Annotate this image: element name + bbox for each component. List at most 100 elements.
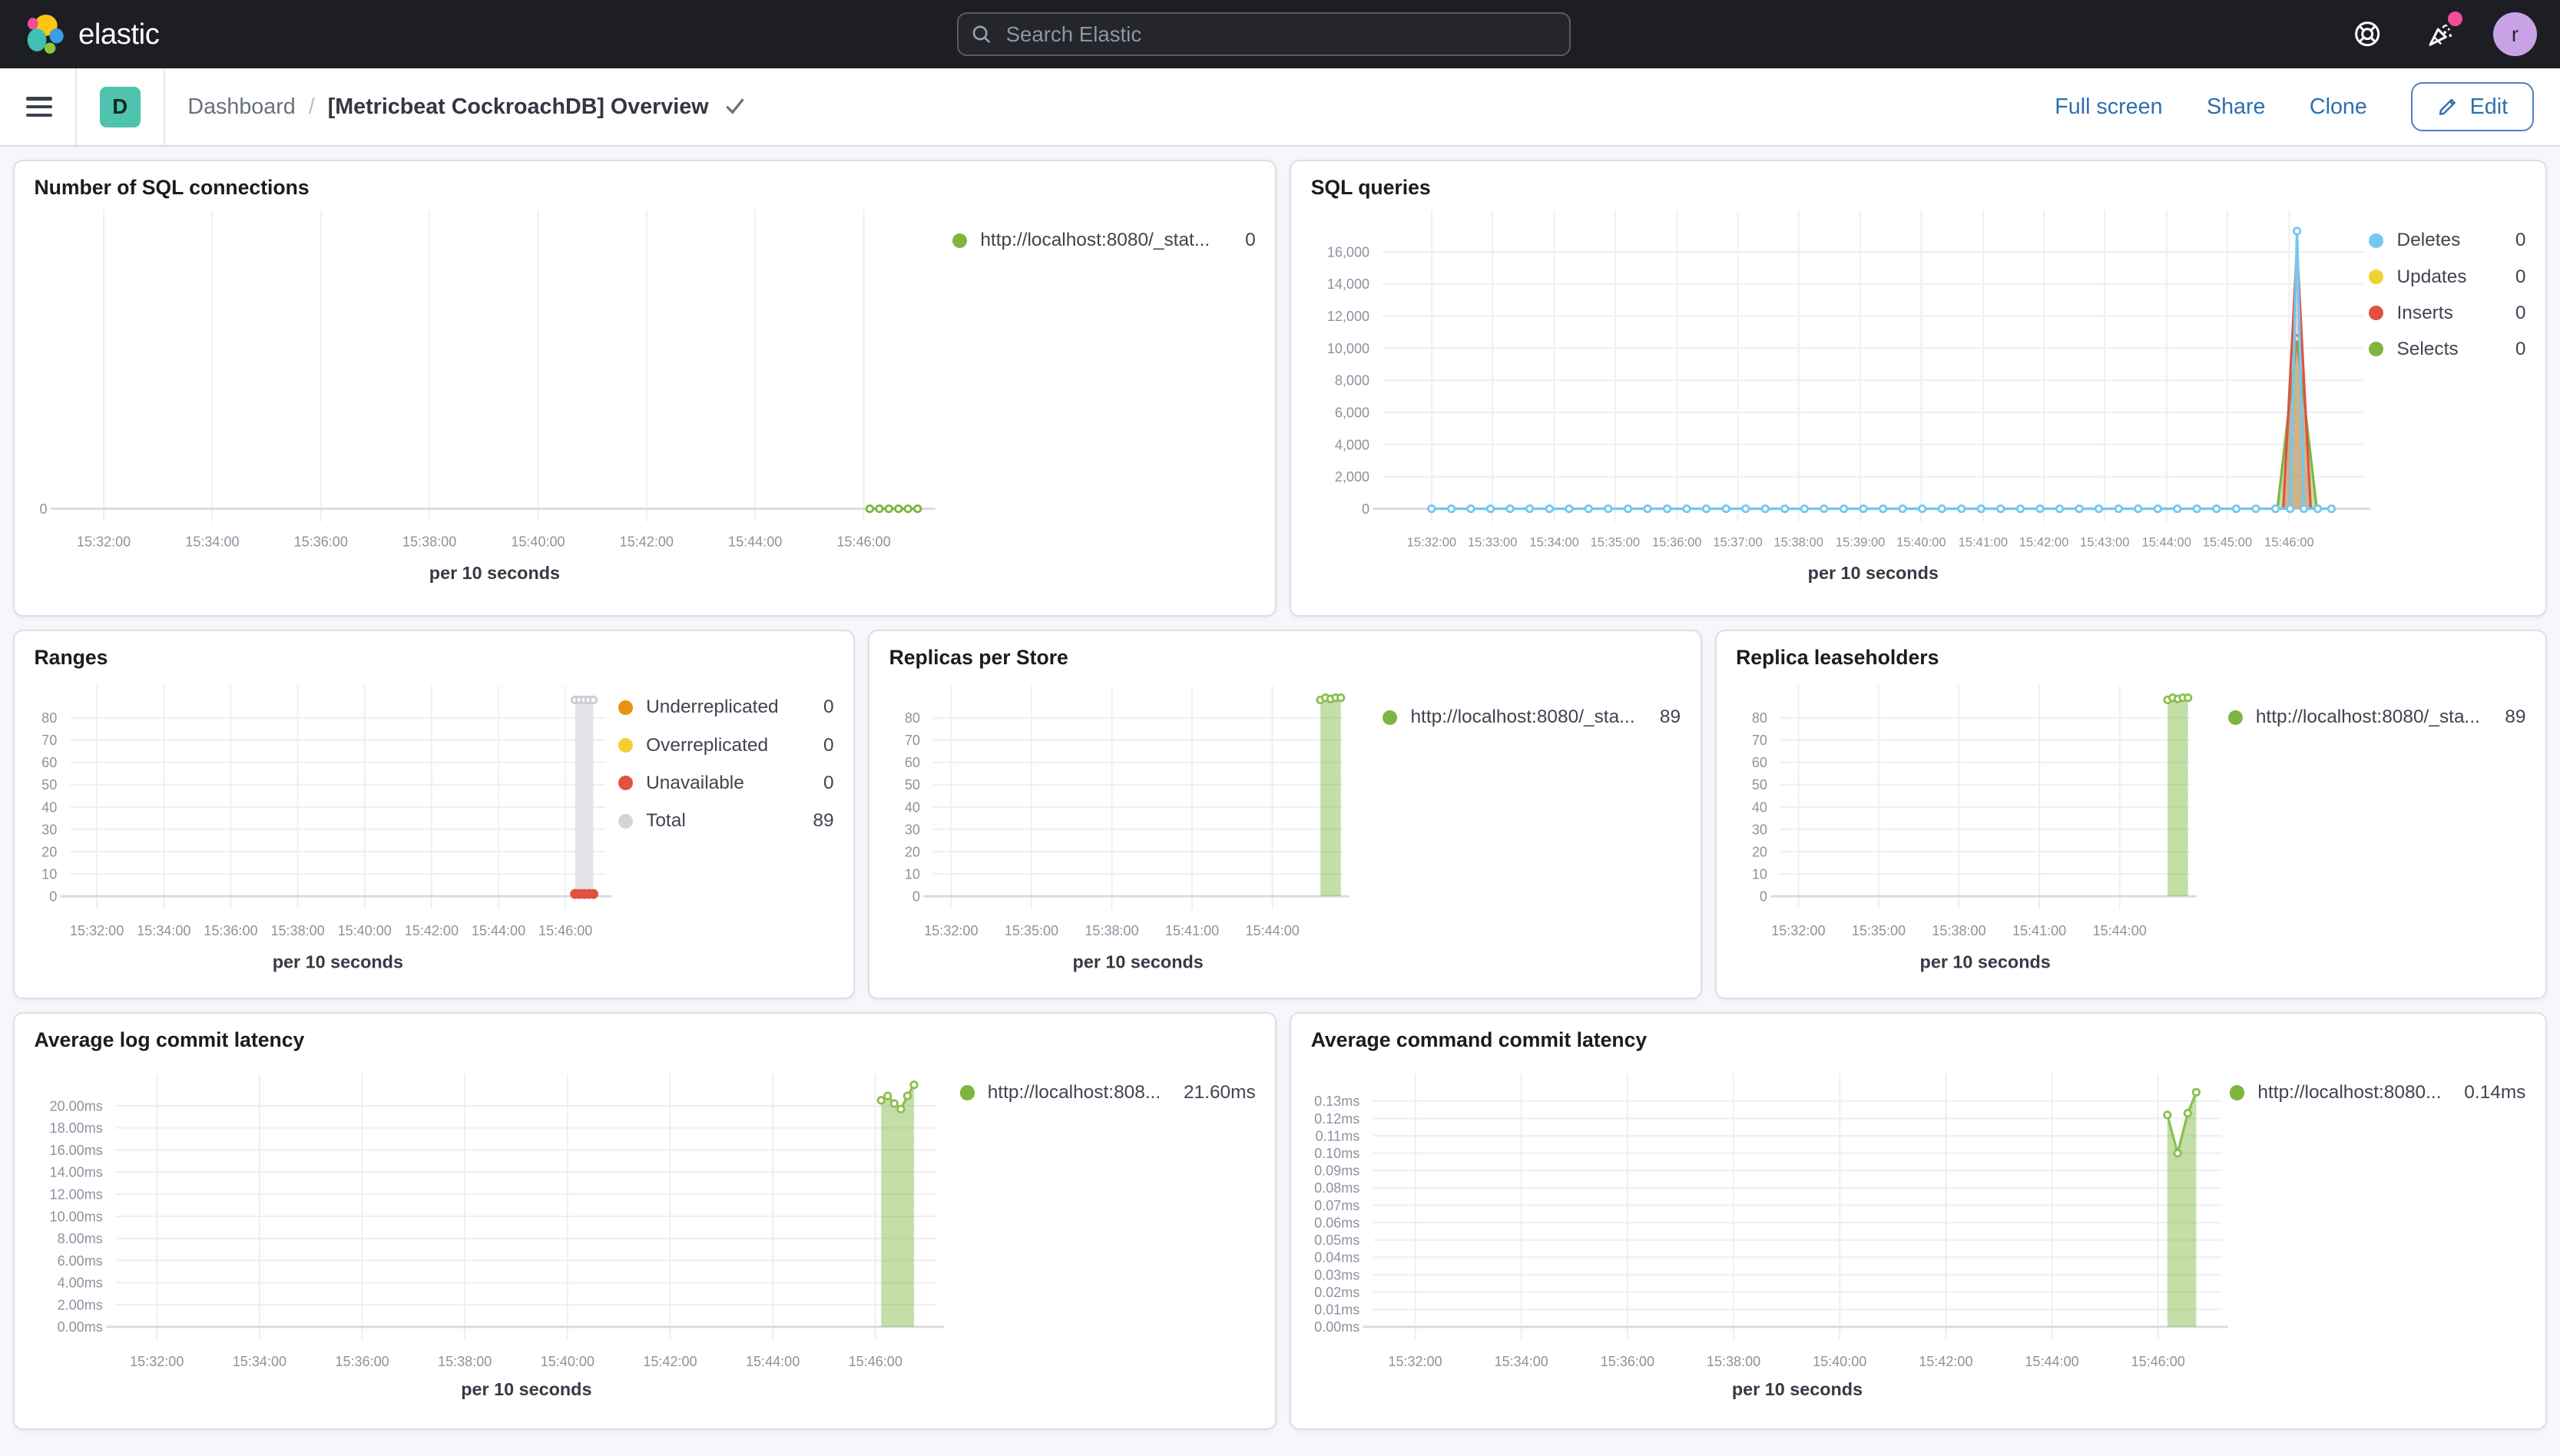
brand-name: elastic: [78, 17, 160, 51]
svg-text:4.00ms: 4.00ms: [58, 1276, 103, 1291]
svg-text:15:36:00: 15:36:00: [204, 923, 257, 938]
search-input[interactable]: [1002, 20, 1556, 48]
svg-text:15:38:00: 15:38:00: [1085, 923, 1138, 938]
panel-title: Ranges: [34, 646, 108, 670]
help-icon[interactable]: [2346, 13, 2389, 55]
legend-color-dot: [952, 233, 968, 248]
svg-text:15:36:00: 15:36:00: [294, 534, 348, 550]
svg-text:15:34:00: 15:34:00: [1530, 535, 1579, 550]
user-avatar[interactable]: r: [2492, 12, 2538, 57]
svg-text:15:32:00: 15:32:00: [1389, 1354, 1442, 1369]
svg-text:15:40:00: 15:40:00: [511, 534, 565, 550]
legend-color-dot: [618, 813, 634, 829]
svg-text:0: 0: [39, 501, 47, 517]
edit-button[interactable]: Edit: [2411, 82, 2534, 132]
legend-item[interactable]: Overreplicated 0: [618, 735, 834, 756]
svg-text:15:43:00: 15:43:00: [2080, 535, 2129, 550]
svg-text:15:32:00: 15:32:00: [1407, 535, 1456, 550]
search-icon: [972, 25, 990, 43]
svg-text:4,000: 4,000: [1335, 438, 1369, 453]
svg-text:60: 60: [1751, 755, 1767, 770]
svg-text:15:46:00: 15:46:00: [2264, 535, 2313, 550]
svg-text:2,000: 2,000: [1335, 469, 1369, 485]
panel-average-command-commit-latency: Average command commit latency 0.00ms 0.0…: [1290, 1011, 2547, 1430]
breadcrumb-dashboard-link[interactable]: Dashboard: [187, 94, 295, 120]
svg-text:15:34:00: 15:34:00: [233, 1354, 286, 1369]
svg-text:15:39:00: 15:39:00: [1836, 535, 1885, 550]
svg-text:per 10 seconds: per 10 seconds: [1919, 951, 2050, 971]
svg-text:15:32:00: 15:32:00: [77, 534, 131, 550]
svg-text:10: 10: [905, 866, 920, 882]
panel-sql-queries: SQL queries 0 2,000 4,000 6,000 8,000 10,000 1…: [1290, 160, 2547, 617]
legend-item[interactable]: http://localhost:8080/_sta... 89: [1383, 706, 1681, 728]
page-title: [Metricbeat CockroachDB] Overview: [327, 94, 709, 119]
legend-color-dot: [959, 1085, 975, 1100]
elastic-logo[interactable]: elastic: [23, 13, 160, 55]
panel-title: Average log commit latency: [34, 1027, 305, 1051]
svg-text:18.00ms: 18.00ms: [50, 1120, 103, 1136]
panel-title: SQL queries: [1310, 176, 1431, 200]
full-screen-button[interactable]: Full screen: [2055, 94, 2162, 120]
svg-text:15:46:00: 15:46:00: [2131, 1354, 2185, 1369]
menu-icon[interactable]: [26, 97, 52, 117]
svg-text:15:35:00: 15:35:00: [1591, 535, 1640, 550]
svg-text:15:34:00: 15:34:00: [1495, 1354, 1548, 1369]
legend: Underreplicated 0 Overreplicated 0 Unava…: [618, 697, 834, 846]
divider: [75, 68, 77, 146]
svg-text:30: 30: [1751, 822, 1767, 837]
legend-item[interactable]: Deletes 0: [2369, 230, 2525, 251]
legend-item[interactable]: Unavailable 0: [618, 773, 834, 794]
svg-text:0.04ms: 0.04ms: [1314, 1250, 1359, 1266]
panel-replicas-per-store: Replicas per Store 0 10 20 30 40 50 60 70 80 15:3…: [868, 630, 1702, 999]
legend-color-dot: [618, 738, 634, 753]
legend-item[interactable]: Total 89: [618, 810, 834, 832]
svg-text:15:34:00: 15:34:00: [137, 923, 190, 938]
legend-color-dot: [2227, 710, 2243, 725]
svg-text:15:40:00: 15:40:00: [338, 923, 392, 938]
panel-title: Replica leaseholders: [1736, 646, 1939, 670]
share-button[interactable]: Share: [2207, 94, 2266, 120]
svg-text:10: 10: [41, 866, 57, 882]
legend-color-dot: [1383, 710, 1398, 725]
svg-text:15:42:00: 15:42:00: [620, 534, 674, 550]
legend: http://localhost:8080... 0.14ms: [2230, 1082, 2525, 1118]
legend-item[interactable]: Updates 0: [2369, 266, 2525, 288]
svg-text:15:46:00: 15:46:00: [849, 1354, 902, 1369]
chart-sql-queries[interactable]: 0 2,000 4,000 6,000 8,000 10,000 12,000 14,000 1…: [1291, 204, 2545, 615]
svg-text:15:32:00: 15:32:00: [924, 923, 978, 938]
svg-text:0.06ms: 0.06ms: [1314, 1215, 1359, 1230]
svg-text:0.10ms: 0.10ms: [1314, 1146, 1359, 1161]
svg-text:20: 20: [41, 844, 57, 859]
svg-text:15:46:00: 15:46:00: [538, 923, 592, 938]
svg-text:0.12ms: 0.12ms: [1314, 1111, 1359, 1127]
svg-text:14.00ms: 14.00ms: [50, 1165, 103, 1180]
svg-text:15:44:00: 15:44:00: [2142, 535, 2191, 550]
legend-item[interactable]: http://localhost:808... 21.60ms: [959, 1082, 1256, 1104]
legend-item[interactable]: http://localhost:8080/_sta... 89: [2227, 706, 2525, 728]
svg-text:15:38:00: 15:38:00: [1707, 1354, 1760, 1369]
space-badge[interactable]: D: [99, 86, 141, 127]
legend-item[interactable]: Inserts 0: [2369, 303, 2525, 324]
svg-text:0: 0: [912, 888, 920, 904]
legend-color-dot: [2369, 269, 2384, 285]
legend-color-dot: [618, 776, 634, 791]
svg-text:15:41:00: 15:41:00: [2012, 923, 2066, 938]
legend-item[interactable]: Selects 0: [2369, 339, 2525, 360]
global-search-box[interactable]: [956, 12, 1571, 57]
legend-item[interactable]: Underreplicated 0: [618, 697, 834, 718]
svg-text:0.11ms: 0.11ms: [1316, 1128, 1360, 1143]
clone-button[interactable]: Clone: [2310, 94, 2367, 120]
svg-text:15:44:00: 15:44:00: [2025, 1354, 2079, 1369]
svg-text:0.00ms: 0.00ms: [1314, 1319, 1359, 1335]
svg-text:50: 50: [905, 777, 920, 793]
saved-check-icon[interactable]: [724, 97, 747, 117]
svg-text:40: 40: [1751, 799, 1767, 815]
newsfeed-icon[interactable]: [2419, 8, 2466, 55]
svg-text:70: 70: [1751, 733, 1767, 748]
legend-item[interactable]: http://localhost:8080/_stat... 0: [952, 230, 1256, 251]
dashboard-toolbar: D Dashboard / [Metricbeat CockroachDB] O…: [0, 68, 2560, 147]
svg-text:15:44:00: 15:44:00: [1246, 923, 1300, 938]
breadcrumb: Dashboard / [Metricbeat CockroachDB] Ove…: [187, 94, 746, 120]
legend-item[interactable]: http://localhost:8080... 0.14ms: [2230, 1082, 2525, 1104]
svg-text:12.00ms: 12.00ms: [50, 1186, 103, 1202]
